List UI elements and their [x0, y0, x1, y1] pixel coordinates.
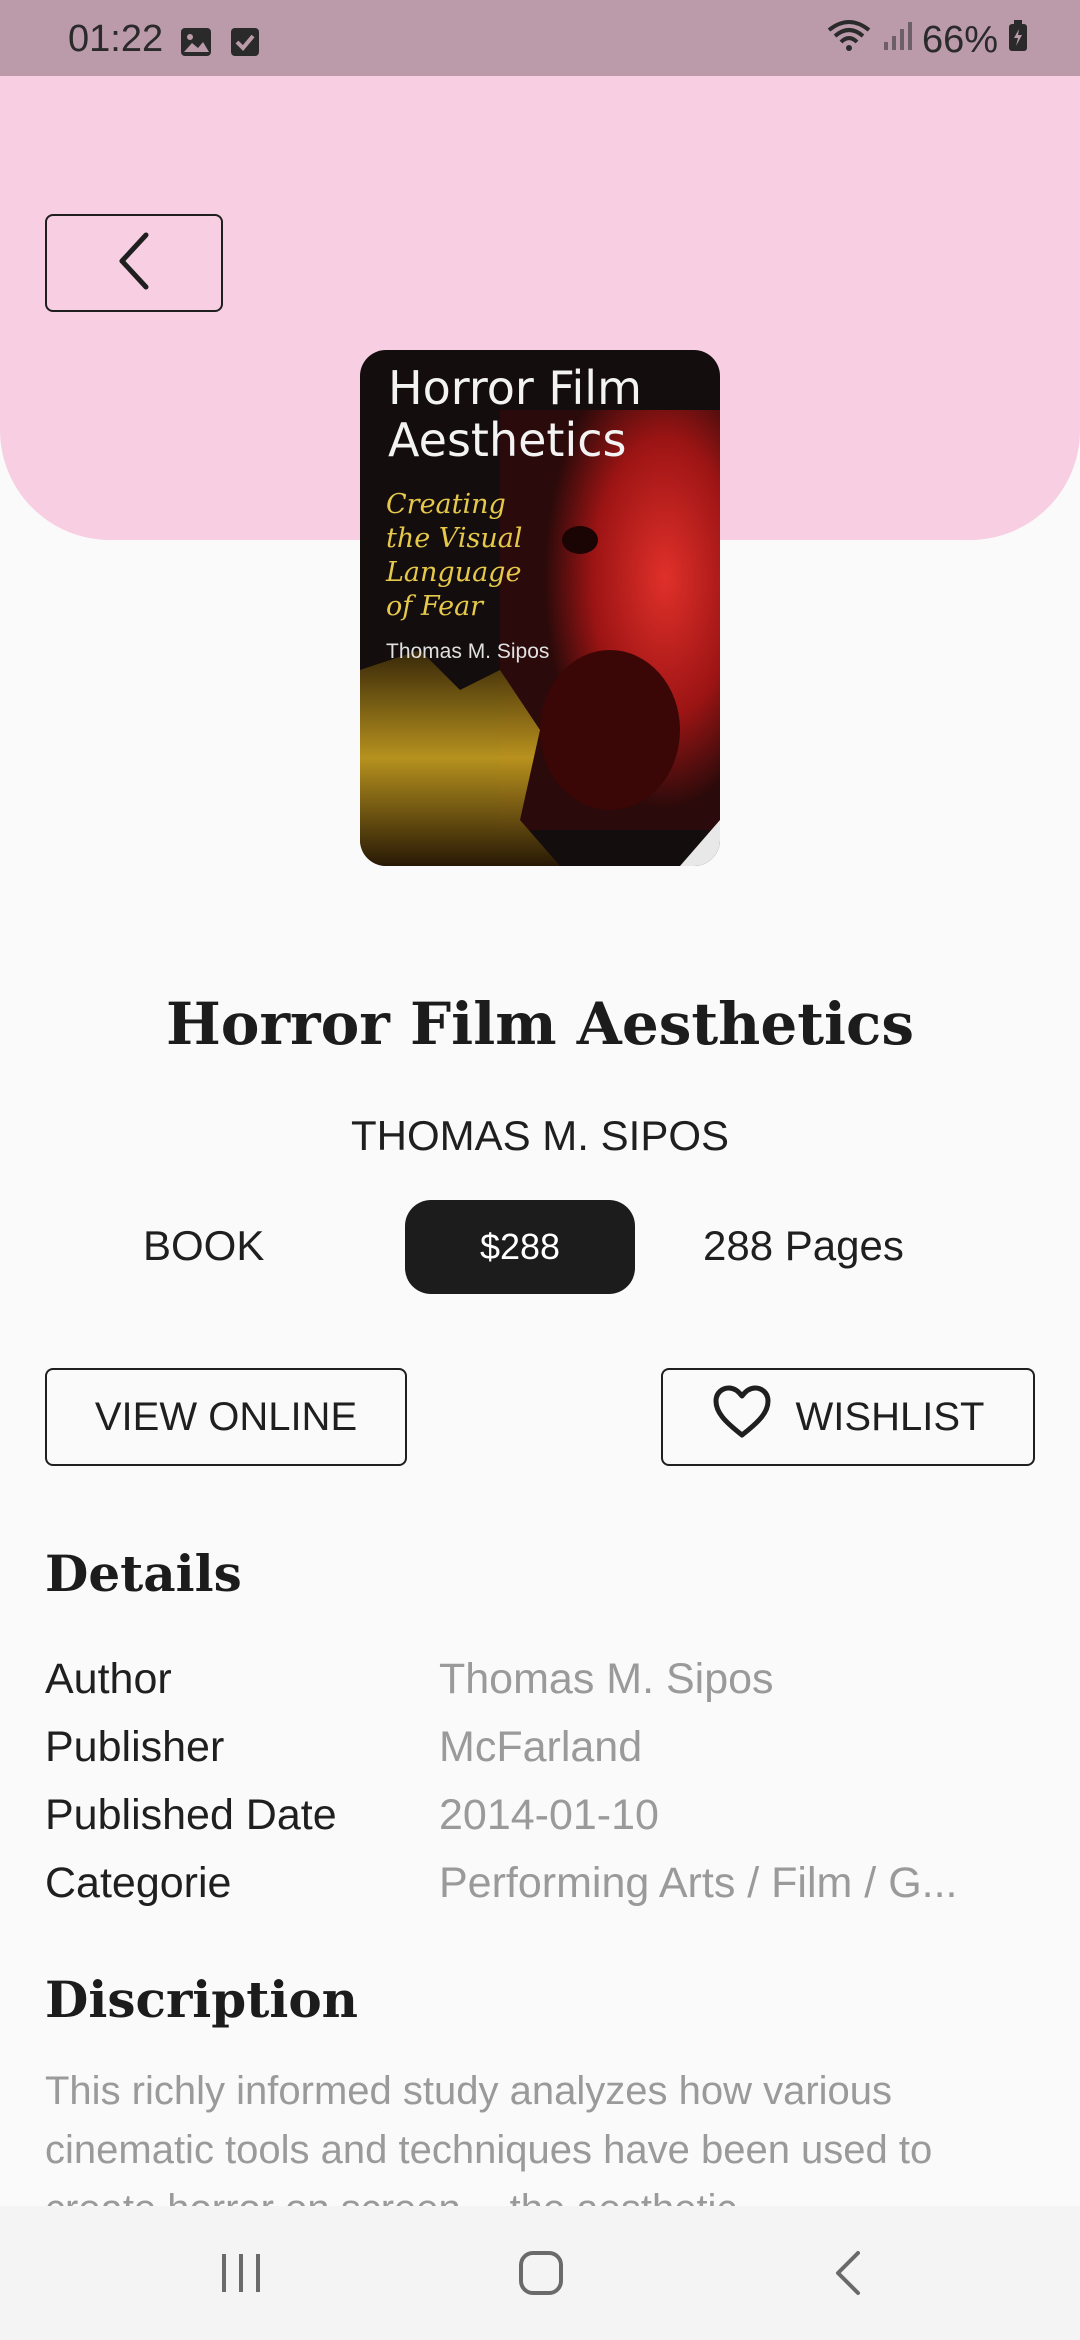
detail-label: Author: [45, 1654, 172, 1703]
book-author: THOMAS M. SIPOS: [350, 1112, 730, 1159]
detail-value: 2014-01-10: [439, 1790, 659, 1839]
heart-icon: [712, 1385, 772, 1449]
back-button[interactable]: [45, 214, 223, 312]
price-badge: $288: [405, 1200, 635, 1294]
cover-subtitle-3: Language: [386, 557, 522, 588]
home-icon[interactable]: [518, 2250, 564, 2301]
view-online-button[interactable]: VIEW ONLINE: [45, 1368, 407, 1466]
book-title: Horror Film Aesthetics: [165, 990, 915, 1058]
detail-row-categorie: Categorie Performing Arts / Film / G...: [45, 1849, 1045, 1917]
format-label: BOOK: [143, 1222, 265, 1269]
status-bar: 01:22 66%: [0, 0, 1080, 76]
cover-author: Thomas M. Sipos: [386, 640, 550, 663]
cover-subtitle-1: Creating: [386, 489, 506, 520]
cover-title-line2: Aesthetics: [388, 413, 627, 467]
detail-value: Performing Arts / Film / G...: [439, 1858, 958, 1907]
detail-label: Published Date: [45, 1790, 337, 1839]
detail-value: Thomas M. Sipos: [439, 1654, 774, 1703]
details-list: Author Thomas M. Sipos Publisher McFarla…: [45, 1645, 1045, 1917]
detail-row-publisher: Publisher McFarland: [45, 1713, 1045, 1781]
recent-apps-icon[interactable]: [218, 2250, 264, 2301]
navigation-bar: [0, 2206, 1080, 2340]
view-online-label: VIEW ONLINE: [94, 1394, 358, 1439]
detail-value: McFarland: [439, 1722, 643, 1771]
book-cover[interactable]: Horror Film Aesthetics Creating the Visu…: [360, 350, 720, 866]
battery-icon: [1008, 19, 1028, 62]
battery-percent: 66%: [921, 18, 998, 61]
image-icon: [180, 24, 212, 67]
checkbox-icon: [230, 24, 260, 67]
wishlist-button[interactable]: WISHLIST: [661, 1368, 1035, 1466]
status-right: 66%: [826, 18, 1028, 62]
detail-label: Publisher: [45, 1722, 225, 1771]
detail-row-published-date: Published Date 2014-01-10: [45, 1781, 1045, 1849]
details-heading: Details: [45, 1544, 242, 1603]
description-heading: Discription: [45, 1970, 359, 2029]
cover-subtitle-2: the Visual: [386, 523, 523, 554]
back-icon[interactable]: [828, 2250, 868, 2301]
wishlist-label: WISHLIST: [795, 1394, 985, 1439]
signal-icon: [882, 19, 912, 62]
status-time: 01:22: [68, 18, 164, 60]
cover-title-line1: Horror Film: [388, 361, 642, 415]
pages-label: 288 Pages: [703, 1222, 904, 1269]
detail-row-author: Author Thomas M. Sipos: [45, 1645, 1045, 1713]
chevron-left-icon: [114, 231, 154, 296]
wifi-icon: [826, 18, 872, 62]
detail-label: Categorie: [45, 1858, 232, 1907]
price-text: $288: [479, 1226, 561, 1267]
cover-subtitle-4: of Fear: [386, 591, 484, 622]
